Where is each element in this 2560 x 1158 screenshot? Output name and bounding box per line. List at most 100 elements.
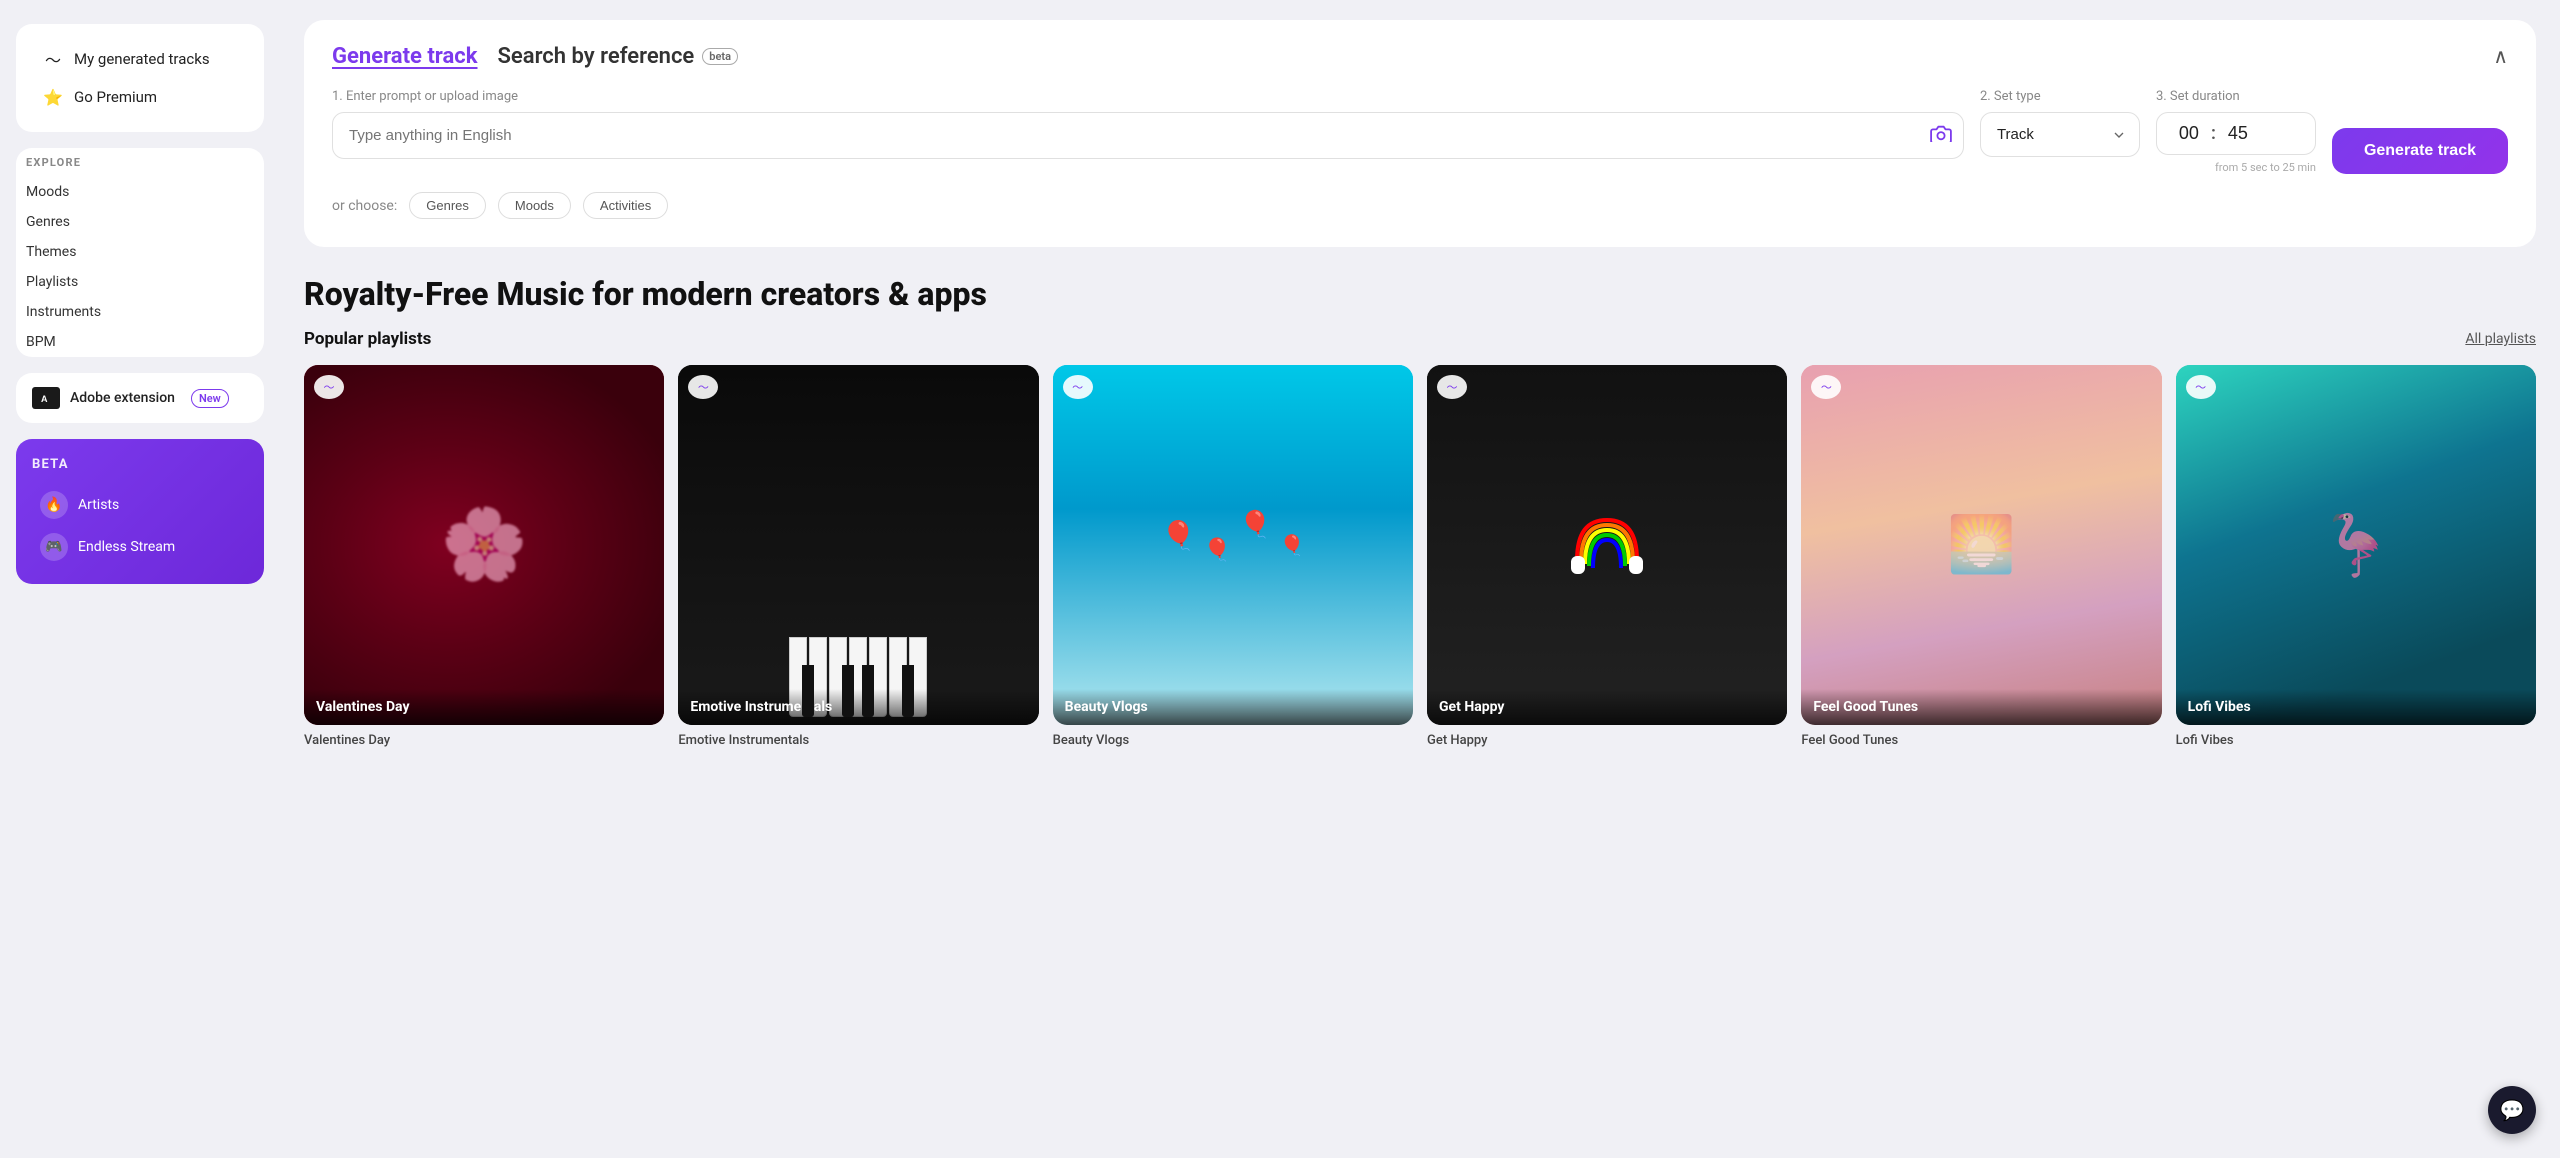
endless-stream-label: Endless Stream <box>78 539 175 555</box>
prompt-input-wrap <box>332 112 1964 159</box>
tabs-left: Generate track Search by reference beta <box>332 44 738 69</box>
playlist-name-happy: Get Happy <box>1427 733 1787 748</box>
sidebar-item-artists[interactable]: 🔥 Artists <box>32 484 248 526</box>
sidebar-item-label: My generated tracks <box>74 50 210 68</box>
wave-badge-beauty: 〜 <box>1063 375 1093 399</box>
duration-section: 3. Set duration : from 5 sec to 25 min <box>2156 89 2316 174</box>
playlists-grid: 🌸 〜 Valentines Day Valentines Day <box>304 365 2536 748</box>
playlist-card-beauty[interactable]: 🎈 🎈 🎈 🎈 〜 Beauty Vlogs <box>1053 365 1413 725</box>
artists-label: Artists <box>78 497 119 513</box>
game-icon: 🎮 <box>40 533 68 561</box>
playlist-name-feelgood: Feel Good Tunes <box>1801 733 2161 748</box>
generate-track-button[interactable]: Generate track <box>2332 128 2508 174</box>
tab-generate-track[interactable]: Generate track <box>332 44 478 69</box>
duration-minutes[interactable] <box>2171 123 2207 144</box>
playlist-card-feelgood[interactable]: 🌅 〜 Feel Good Tunes <box>1801 365 2161 725</box>
sidebar-item-endless-stream[interactable]: 🎮 Endless Stream <box>32 526 248 568</box>
playlist-thumbnail-lofi: 🦩 <box>2176 365 2536 725</box>
step2-label: 2. Set type <box>1980 89 2140 104</box>
list-item[interactable]: 〜 Emotive Instrumentals Emotive Instrume… <box>678 365 1038 748</box>
wave-badge-lofi: 〜 <box>2186 375 2216 399</box>
section-header: Popular playlists All playlists <box>304 329 2536 349</box>
new-badge: New <box>191 389 229 408</box>
tab-search-reference[interactable]: Search by reference beta <box>498 44 738 69</box>
wave-badge-valentines: 〜 <box>314 375 344 399</box>
wave-icon: 〜 <box>42 48 64 70</box>
playlist-label-feelgood: Feel Good Tunes <box>1801 689 2161 725</box>
sidebar-item-label: Go Premium <box>74 88 157 106</box>
collapse-button[interactable]: ∧ <box>2493 44 2508 69</box>
adobe-extension-card[interactable]: A Adobe extension New <box>16 373 264 423</box>
playlist-label-emotive: Emotive Instrumentals <box>678 689 1038 725</box>
wave-badge-happy: 〜 <box>1437 375 1467 399</box>
adobe-icon: A <box>32 387 60 409</box>
list-item[interactable]: 🦩 〜 Lofi Vibes Lofi Vibes <box>2176 365 2536 748</box>
sidebar-item-my-generated-tracks[interactable]: 〜 My generated tracks <box>32 40 248 78</box>
or-choose-row: or choose: Genres Moods Activities <box>332 192 2508 219</box>
prompt-section: 1. Enter prompt or upload image <box>332 89 1964 159</box>
playlist-label-lofi: Lofi Vibes <box>2176 689 2536 725</box>
playlist-card-happy[interactable]: 〜 Get Happy <box>1427 365 1787 725</box>
playlist-card-lofi[interactable]: 🦩 〜 Lofi Vibes <box>2176 365 2536 725</box>
fire-icon: 🔥 <box>40 491 68 519</box>
type-section: 2. Set type Track Loop Stem <box>1980 89 2140 157</box>
or-choose-label: or choose: <box>332 198 397 214</box>
sidebar-item-genres[interactable]: Genres <box>16 207 264 237</box>
svg-text:A: A <box>41 394 48 404</box>
explore-heading: EXPLORE <box>16 156 264 177</box>
duration-inputs: : <box>2156 112 2316 155</box>
playlist-thumbnail-valentines: 🌸 <box>304 365 664 725</box>
section-title: Royalty-Free Music for modern creators &… <box>304 275 2536 313</box>
chevron-up-icon: ∧ <box>2493 46 2508 68</box>
playlist-name-valentines: Valentines Day <box>304 733 664 748</box>
beta-label: BETA <box>32 457 248 472</box>
playlist-card-valentines[interactable]: 🌸 〜 Valentines Day <box>304 365 664 725</box>
camera-upload-button[interactable] <box>1930 124 1952 148</box>
playlist-name-beauty: Beauty Vlogs <box>1053 733 1413 748</box>
top-nav-card: 〜 My generated tracks ⭐ Go Premium <box>16 24 264 132</box>
playlist-thumbnail-emotive <box>678 365 1038 725</box>
playlist-label-valentines: Valentines Day <box>304 689 664 725</box>
sidebar-item-moods[interactable]: Moods <box>16 177 264 207</box>
sidebar-item-instruments[interactable]: Instruments <box>16 297 264 327</box>
main-content: Generate track Search by reference beta … <box>280 0 2560 1158</box>
playlist-thumbnail-happy <box>1427 365 1787 725</box>
adobe-label: Adobe extension <box>70 390 175 406</box>
sidebar-item-themes[interactable]: Themes <box>16 237 264 267</box>
playlist-thumbnail-beauty: 🎈 🎈 🎈 🎈 <box>1053 365 1413 725</box>
explore-card: EXPLORE Moods Genres Themes Playlists In… <box>16 148 264 357</box>
chat-icon: 💬 <box>2500 1098 2525 1123</box>
duration-seconds[interactable] <box>2220 123 2256 144</box>
list-item[interactable]: 〜 Get Happy Get Happy <box>1427 365 1787 748</box>
generate-card: Generate track Search by reference beta … <box>304 20 2536 247</box>
tag-moods[interactable]: Moods <box>498 192 571 219</box>
list-item[interactable]: 🌸 〜 Valentines Day Valentines Day <box>304 365 664 748</box>
duration-hint: from 5 sec to 25 min <box>2156 161 2316 174</box>
tabs-row: Generate track Search by reference beta … <box>332 44 2508 69</box>
playlist-name-emotive: Emotive Instrumentals <box>678 733 1038 748</box>
playlist-label-beauty: Beauty Vlogs <box>1053 689 1413 725</box>
playlist-label-happy: Get Happy <box>1427 689 1787 725</box>
step3-label: 3. Set duration <box>2156 89 2316 104</box>
list-item[interactable]: 🎈 🎈 🎈 🎈 〜 Beauty Vlogs Beauty Vlogs <box>1053 365 1413 748</box>
subsection-title: Popular playlists <box>304 329 431 349</box>
star-icon: ⭐ <box>42 86 64 108</box>
playlist-name-lofi: Lofi Vibes <box>2176 733 2536 748</box>
tag-activities[interactable]: Activities <box>583 192 668 219</box>
tag-genres[interactable]: Genres <box>409 192 486 219</box>
beta-badge: beta <box>702 48 738 65</box>
popular-section: Royalty-Free Music for modern creators &… <box>304 275 2536 748</box>
all-playlists-link[interactable]: All playlists <box>2465 331 2536 347</box>
sidebar-item-bpm[interactable]: BPM <box>16 327 264 357</box>
sidebar-item-playlists[interactable]: Playlists <box>16 267 264 297</box>
playlist-thumbnail-feelgood: 🌅 <box>1801 365 2161 725</box>
form-row: 1. Enter prompt or upload image 2. Set t… <box>332 89 2508 174</box>
type-select[interactable]: Track Loop Stem <box>1980 112 2140 157</box>
playlist-card-emotive[interactable]: 〜 Emotive Instrumentals <box>678 365 1038 725</box>
beta-card: BETA 🔥 Artists 🎮 Endless Stream <box>16 439 264 584</box>
sidebar: 〜 My generated tracks ⭐ Go Premium EXPLO… <box>0 0 280 1158</box>
chat-button[interactable]: 💬 <box>2488 1086 2536 1134</box>
list-item[interactable]: 🌅 〜 Feel Good Tunes Feel Good Tunes <box>1801 365 2161 748</box>
sidebar-item-go-premium[interactable]: ⭐ Go Premium <box>32 78 248 116</box>
prompt-input[interactable] <box>332 112 1964 159</box>
